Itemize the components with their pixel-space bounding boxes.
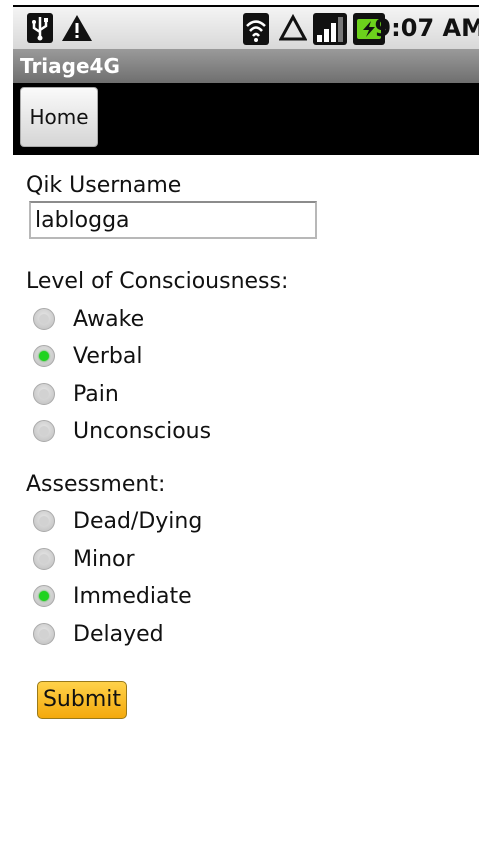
radio-option-dead-dying[interactable]: Dead/Dying <box>33 504 202 538</box>
radio-button[interactable] <box>33 510 55 532</box>
status-time: 9:07 AM <box>374 14 479 42</box>
radio-button[interactable] <box>33 548 55 570</box>
wifi-icon <box>243 13 269 49</box>
app-title: Triage4G <box>13 49 479 83</box>
radio-label: Verbal <box>73 343 143 369</box>
radio-button[interactable] <box>33 420 55 442</box>
radio-label: Dead/Dying <box>73 508 203 534</box>
radio-label: Awake <box>73 306 145 332</box>
username-input[interactable] <box>29 201 317 239</box>
radio-label: Pain <box>73 381 119 407</box>
submit-button[interactable]: Submit <box>37 681 127 719</box>
radio-option-awake[interactable]: Awake <box>33 302 144 336</box>
home-button[interactable]: Home <box>20 87 98 147</box>
radio-button[interactable] <box>33 585 55 607</box>
radio-option-verbal[interactable]: Verbal <box>33 339 142 373</box>
radio-option-pain[interactable]: Pain <box>33 377 119 411</box>
assessment-label: Assessment: <box>26 472 166 497</box>
radio-label: Delayed <box>73 621 164 647</box>
radio-label: Minor <box>73 546 135 572</box>
radio-option-delayed[interactable]: Delayed <box>33 617 164 651</box>
radio-label: Immediate <box>73 583 192 609</box>
screen: 9:07 AM Triage4G Home Qik Username Level… <box>13 5 479 861</box>
radio-option-unconscious[interactable]: Unconscious <box>33 414 211 448</box>
radio-option-immediate[interactable]: Immediate <box>33 579 192 613</box>
radio-option-minor[interactable]: Minor <box>33 542 135 576</box>
username-label: Qik Username <box>26 173 182 198</box>
cell-signal-icon <box>313 13 347 49</box>
radio-label: Unconscious <box>73 418 212 444</box>
status-bar: 9:07 AM <box>13 5 479 49</box>
radio-button[interactable] <box>33 383 55 405</box>
signal-triangle-icon <box>278 13 308 47</box>
consciousness-label: Level of Consciousness: <box>26 269 289 294</box>
radio-button[interactable] <box>33 308 55 330</box>
nav-bar: Home <box>13 83 479 155</box>
radio-button[interactable] <box>33 623 55 645</box>
usb-icon <box>27 13 53 47</box>
warning-icon <box>61 13 93 47</box>
radio-button[interactable] <box>33 345 55 367</box>
